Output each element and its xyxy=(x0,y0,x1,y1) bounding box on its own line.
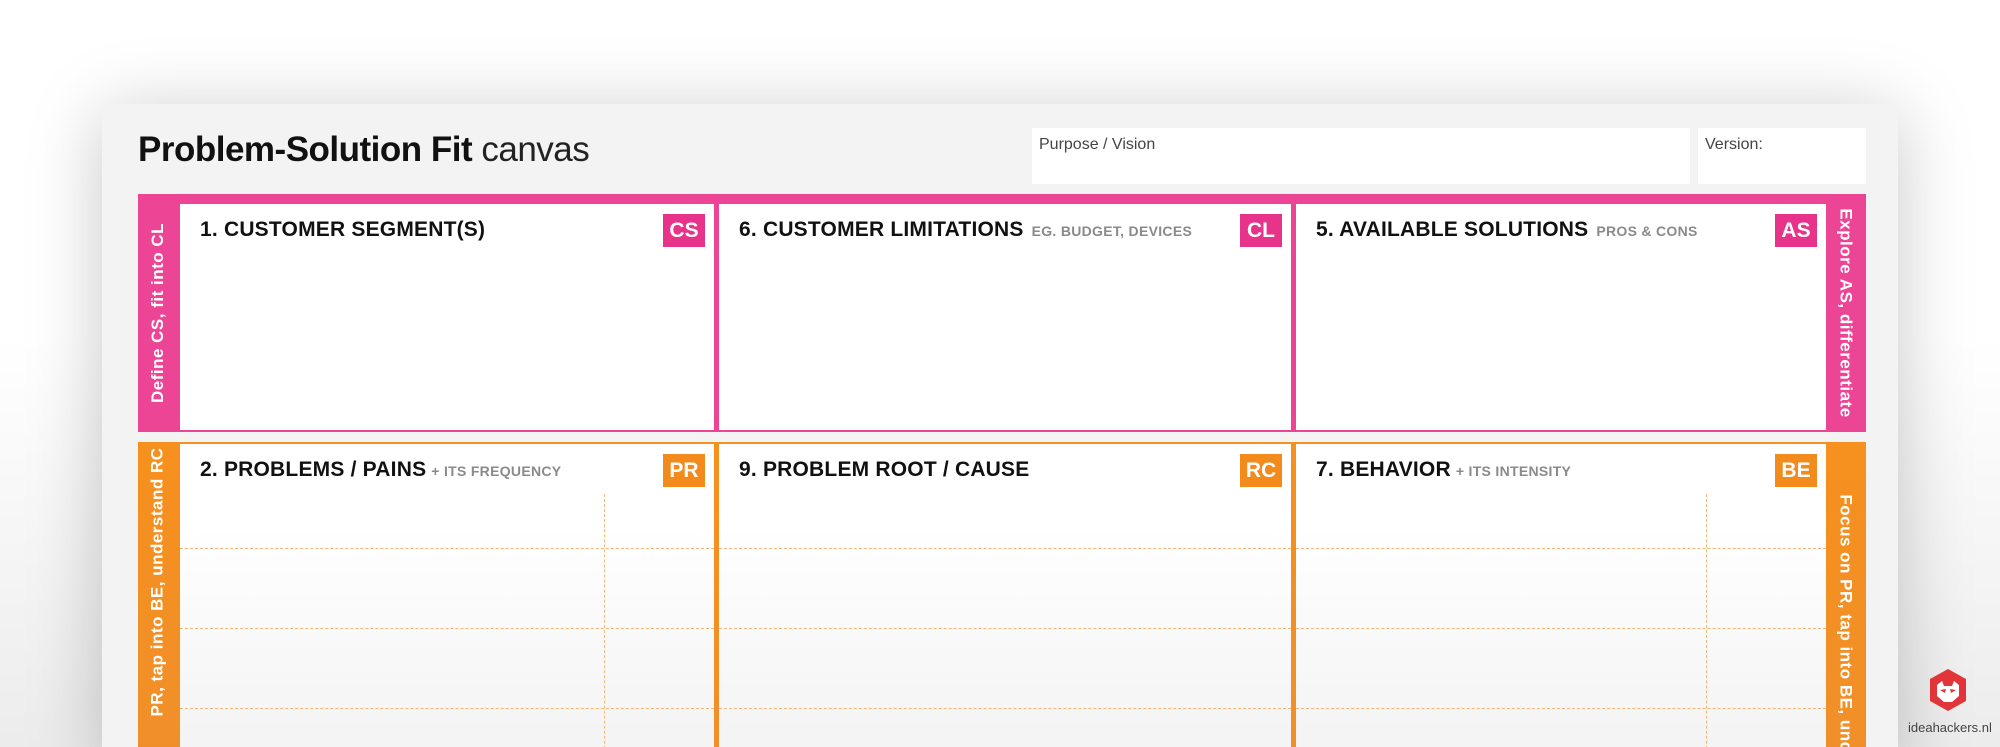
available-solutions-title: 5. AVAILABLE SOLUTIONS PROS & CONS xyxy=(1316,218,1698,241)
grid-line xyxy=(180,548,714,549)
purpose-vision-label: Purpose / Vision xyxy=(1039,136,1156,153)
hacker-mask-icon xyxy=(1930,669,1966,711)
side-label-explore-as: Explore AS, differentiate xyxy=(1837,208,1856,418)
title-bold: Problem-Solution Fit xyxy=(138,130,473,169)
customer-limitations-title: 6. CUSTOMER LIMITATIONS EG. BUDGET, DEVIC… xyxy=(739,218,1193,241)
customer-limitations-subtitle: EG. BUDGET, DEVICES xyxy=(1031,223,1193,239)
logo-text: ideahackers.nl xyxy=(1908,720,1992,735)
badge-be: BE xyxy=(1775,454,1817,487)
behavior-subtitle: + ITS INTENSITY xyxy=(1455,463,1572,479)
version-field[interactable]: Version: xyxy=(1698,128,1866,184)
customer-limitations-box[interactable]: 6. CUSTOMER LIMITATIONS EG. BUDGET, DEVIC… xyxy=(719,204,1291,430)
badge-cl: CL xyxy=(1240,214,1282,247)
frequency-column-divider xyxy=(604,494,605,747)
problems-pains-box[interactable]: 2. PROBLEMS / PAINS + ITS FREQUENCY PR xyxy=(180,444,714,747)
badge-pr: PR xyxy=(663,454,705,487)
grid-line xyxy=(1296,708,1826,709)
title-light: canvas xyxy=(481,130,590,169)
grid-line xyxy=(719,708,1291,709)
page-title: Problem-Solution Fit canvas xyxy=(138,130,590,170)
side-label-define-cs: Define CS, fit into CL xyxy=(148,222,168,404)
available-solutions-subtitle: PROS & CONS xyxy=(1596,223,1698,239)
problems-pains-subtitle: + ITS FREQUENCY xyxy=(431,463,562,479)
grid-line xyxy=(719,548,1291,549)
grid-line xyxy=(180,708,714,709)
behavior-title: 7. BEHAVIOR + ITS INTENSITY xyxy=(1316,458,1572,481)
customer-segment-box[interactable]: 1. CUSTOMER SEGMENT(S) CS xyxy=(180,204,714,430)
intensity-column-divider xyxy=(1706,494,1707,747)
badge-rc: RC xyxy=(1240,454,1282,487)
available-solutions-box[interactable]: 5. AVAILABLE SOLUTIONS PROS & CONS AS xyxy=(1296,204,1826,430)
problem-root-cause-box[interactable]: 9. PROBLEM ROOT / CAUSE RC xyxy=(719,444,1291,747)
side-label-tap-into-be: PR, tap into BE, understand RC xyxy=(148,447,167,717)
problems-pains-title: 2. PROBLEMS / PAINS + ITS FREQUENCY xyxy=(200,458,562,481)
canvas-sheet: Problem-Solution Fit canvas Purpose / Vi… xyxy=(102,104,1898,747)
badge-cs: CS xyxy=(663,214,705,247)
purpose-vision-field[interactable]: Purpose / Vision xyxy=(1032,128,1690,184)
badge-as: AS xyxy=(1775,214,1817,247)
grid-line xyxy=(719,628,1291,629)
grid-line xyxy=(1296,628,1826,629)
problem-root-cause-title: 9. PROBLEM ROOT / CAUSE xyxy=(739,458,1030,481)
behavior-box[interactable]: 7. BEHAVIOR + ITS INTENSITY BE xyxy=(1296,444,1826,747)
customer-segment-title: 1. CUSTOMER SEGMENT(S) xyxy=(200,218,486,241)
version-label: Version: xyxy=(1705,136,1763,153)
side-label-focus-on-pr: Focus on PR, tap into BE, under xyxy=(1837,494,1857,747)
grid-line xyxy=(180,628,714,629)
grid-line xyxy=(1296,548,1826,549)
